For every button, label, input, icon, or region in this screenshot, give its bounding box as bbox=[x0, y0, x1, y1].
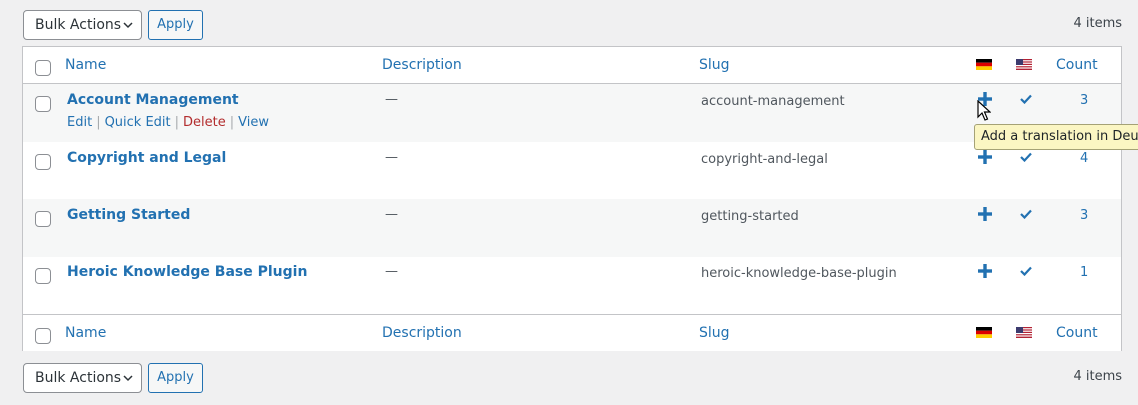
edit-translation-check-icon[interactable] bbox=[1020, 209, 1032, 219]
term-name-link[interactable]: Heroic Knowledge Base Plugin bbox=[67, 264, 307, 280]
term-count[interactable]: 3 bbox=[1080, 93, 1088, 108]
term-count[interactable]: 3 bbox=[1080, 208, 1088, 223]
term-description: — bbox=[385, 150, 398, 165]
row-checkbox[interactable] bbox=[35, 211, 51, 227]
row-checkbox[interactable] bbox=[35, 154, 51, 170]
us-flag-icon bbox=[1016, 59, 1032, 70]
term-name-link[interactable]: Account Management bbox=[67, 92, 239, 108]
separator: | bbox=[96, 115, 101, 130]
edit-translation-check-icon[interactable] bbox=[1020, 94, 1032, 104]
column-count-header[interactable]: Count bbox=[1056, 57, 1098, 73]
table-footer: Name Description Slug Count bbox=[23, 314, 1121, 351]
tablenav-bottom: Bulk Actions Apply 4 items bbox=[23, 362, 1122, 393]
us-flag-icon bbox=[1016, 327, 1032, 338]
term-slug: heroic-knowledge-base-plugin bbox=[701, 266, 897, 281]
term-description: — bbox=[385, 207, 398, 222]
bulk-actions-select[interactable]: Bulk Actions bbox=[23, 10, 142, 40]
column-count-header[interactable]: Count bbox=[1056, 325, 1098, 341]
apply-button[interactable]: Apply bbox=[148, 363, 203, 393]
column-name-header[interactable]: Name bbox=[65, 325, 106, 341]
items-count: 4 items bbox=[1073, 16, 1122, 31]
column-slug-header[interactable]: Slug bbox=[699, 57, 730, 73]
german-flag-icon bbox=[976, 327, 992, 338]
bulk-actions-label: Bulk Actions bbox=[35, 17, 122, 33]
column-description-header[interactable]: Description bbox=[382, 57, 462, 73]
mouse-cursor-icon bbox=[977, 100, 991, 121]
term-description: — bbox=[385, 264, 398, 279]
chevron-down-icon bbox=[123, 375, 133, 382]
items-count: 4 items bbox=[1073, 369, 1122, 384]
term-slug: getting-started bbox=[701, 209, 799, 224]
row-checkbox[interactable] bbox=[35, 96, 51, 112]
edit-link[interactable]: Edit bbox=[67, 115, 92, 130]
terms-table: Name Description Slug Count Account Mana… bbox=[22, 46, 1122, 351]
bulk-actions-select[interactable]: Bulk Actions bbox=[23, 363, 142, 393]
tooltip: Add a translation in Deutsch bbox=[974, 124, 1138, 150]
term-description: — bbox=[385, 92, 398, 107]
term-count[interactable]: 4 bbox=[1080, 151, 1088, 166]
chevron-down-icon bbox=[123, 22, 133, 29]
table-header: Name Description Slug Count bbox=[23, 47, 1121, 84]
edit-translation-check-icon[interactable] bbox=[1020, 152, 1032, 162]
term-count[interactable]: 1 bbox=[1080, 265, 1088, 280]
term-slug: account-management bbox=[701, 94, 845, 109]
column-description-header[interactable]: Description bbox=[382, 325, 462, 341]
column-slug-header[interactable]: Slug bbox=[699, 325, 730, 341]
term-name-link[interactable]: Getting Started bbox=[67, 207, 190, 223]
tablenav-top: Bulk Actions Apply 4 items bbox=[23, 9, 1122, 40]
row-actions: Edit | Quick Edit | Delete | View bbox=[67, 115, 269, 130]
german-flag-icon bbox=[976, 59, 992, 70]
select-all-checkbox[interactable] bbox=[35, 328, 51, 344]
separator: | bbox=[174, 115, 180, 130]
column-name-header[interactable]: Name bbox=[65, 57, 106, 73]
table-row: Heroic Knowledge Base Plugin — heroic-kn… bbox=[23, 256, 1121, 314]
add-translation-icon[interactable] bbox=[977, 263, 993, 279]
table-row: Copyright and Legal — copyright-and-lega… bbox=[23, 142, 1121, 200]
delete-link[interactable]: Delete bbox=[183, 115, 226, 130]
view-link[interactable]: View bbox=[238, 115, 269, 130]
bulk-actions-label: Bulk Actions bbox=[35, 370, 122, 386]
term-slug: copyright-and-legal bbox=[701, 152, 828, 167]
edit-translation-check-icon[interactable] bbox=[1020, 266, 1032, 276]
select-all-checkbox[interactable] bbox=[35, 60, 51, 76]
term-name-link[interactable]: Copyright and Legal bbox=[67, 150, 226, 166]
add-translation-icon[interactable] bbox=[977, 206, 993, 222]
table-row: Account Management — account-management … bbox=[23, 84, 1121, 142]
quick-edit-link[interactable]: Quick Edit bbox=[105, 115, 171, 130]
add-translation-icon[interactable] bbox=[977, 149, 993, 165]
apply-button[interactable]: Apply bbox=[148, 10, 203, 40]
separator: | bbox=[229, 115, 235, 130]
row-checkbox[interactable] bbox=[35, 268, 51, 284]
table-row: Getting Started — getting-started 3 bbox=[23, 199, 1121, 257]
